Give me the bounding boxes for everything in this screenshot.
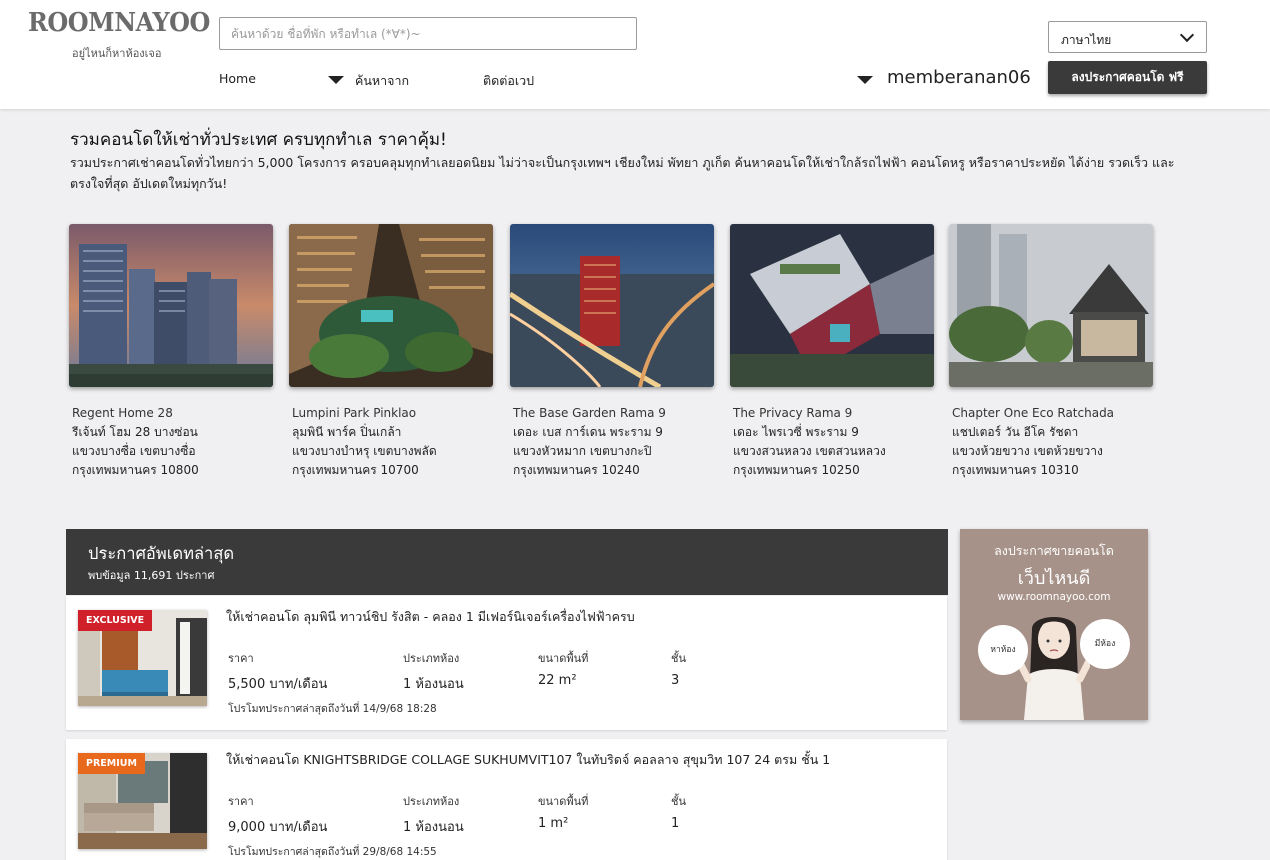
listing-promo-date: โปรโมทประกาศล่าสุดถึงวันที่ 29/8/68 14:5… [228,846,437,858]
project-city: กรุงเทพมหานคร 10700 [292,463,419,477]
listings-title: ประกาศอัพเดทล่าสุด [88,544,235,563]
floor-label: ชั้น [671,652,686,665]
language-selected: ภาษาไทย [1061,33,1112,47]
chevron-down-icon [1179,27,1195,43]
user-menu-caret-icon[interactable] [857,76,873,84]
listings-header: ประกาศอัพเดทล่าสุด พบข้อมูล 11,691 ประกา… [66,529,948,595]
listing-price: 9,000 บาท/เดือน [228,820,328,835]
price-label: ราคา [228,652,254,665]
project-photo [289,224,493,387]
nav-search-from[interactable]: ค้นหาจาก [355,71,409,91]
nav-contact[interactable]: ติดต่อเวป [483,71,534,91]
area-label: ขนาดพื้นที่ [538,652,589,665]
project-name-en: The Base Garden Rama 9 [513,406,666,420]
project-name-en: Chapter One Eco Ratchada [952,406,1115,420]
project-district: แขวงหัวหมาก เขตบางกะปิ [513,444,652,458]
language-select[interactable]: ภาษาไทย [1048,21,1207,53]
project-photo [510,224,714,387]
project-name-en: Regent Home 28 [72,406,173,420]
project-city: กรุงเทพมหานคร 10310 [952,463,1079,477]
intro-description: รวมประกาศเช่าคอนโดทั่วไทยกว่า 5,000 โครง… [70,155,1175,191]
site-logo[interactable]: ROOMNAYOO [28,8,210,38]
project-card[interactable]: The Privacy Rama 9 เดอะ ไพรเวซี่ พระราม … [730,224,934,480]
project-district: แขวงบางซื่อ เขตบางซื่อ [72,444,196,458]
project-district: แขวงห้วยขวาง เขตห้วยขวาง [952,444,1103,458]
project-district: แขวงบางบำหรุ เขตบางพลัด [292,444,437,458]
project-photo [69,224,273,387]
intro-title: รวมคอนโดให้เช่าทั่วประเทศ ครบทุกทำเล ราค… [70,130,447,150]
listing-area: 22 m² [538,673,577,688]
area-label: ขนาดพื้นที่ [538,795,589,808]
listing-promo-date: โปรโมทประกาศล่าสุดถึงวันที่ 14/9/68 18:2… [228,703,437,715]
post-free-button[interactable]: ลงประกาศคอนโด ฟรี [1048,61,1207,94]
price-label: ราคา [228,795,254,808]
listing-floor: 1 [671,816,680,831]
ad-url: www.roomnayoo.com [997,591,1111,603]
site-header: ROOMNAYOO อยู่ไหนก็หาห้องเจอ Home ค้นหาจ… [0,0,1270,109]
project-district: แขวงสวนหลวง เขตสวนหลวง [733,444,886,458]
nav-home[interactable]: Home [219,71,256,86]
project-name-th: ลุมพินี พาร์ค ปิ่นเกล้า [292,425,402,439]
listing-card[interactable]: EXCLUSIVE ให้เช่าคอนโด ลุมพินี ทาวน์ชิป … [66,596,947,730]
listing-floor: 3 [671,673,680,688]
project-card[interactable]: Regent Home 28 รีเจ้นท์ โฮม 28 บางซ่อน แ… [69,224,273,480]
project-name-en: Lumpini Park Pinklao [292,406,417,420]
listings-count: พบข้อมูล 11,691 ประกาศ [88,569,215,582]
project-city: กรุงเทพมหานคร 10800 [72,463,199,477]
listing-area: 1 m² [538,816,569,831]
listing-room-type: 1 ห้องนอน [403,820,464,835]
room-type-label: ประเภทห้อง [403,652,460,665]
room-type-label: ประเภทห้อง [403,795,460,808]
listing-title[interactable]: ให้เช่าคอนโด KNIGHTSBRIDGE COLLAGE SUKHU… [226,750,830,770]
project-name-th: แชปเตอร์ วัน อีโค รัชดา [952,425,1079,439]
project-name-th: เดอะ เบส การ์เดน พระราม 9 [513,425,663,439]
ad-line2: เว็บไหนดี [1017,568,1091,589]
listing-badge: PREMIUM [78,753,145,774]
ad-bubble-right: มีห้อง [1080,619,1130,669]
ad-illustration [1018,617,1090,720]
site-tagline: อยู่ไหนก็หาห้องเจอ [72,47,162,60]
project-name-en: The Privacy Rama 9 [733,406,853,420]
caret-down-icon[interactable] [328,76,344,84]
listing-price: 5,500 บาท/เดือน [228,677,328,692]
project-photo [949,224,1153,387]
project-card[interactable]: The Base Garden Rama 9 เดอะ เบส การ์เดน … [510,224,714,480]
ad-line1: ลงประกาศขายคอนโด [994,543,1114,558]
sidebar-ad-banner[interactable]: ลงประกาศขายคอนโด เว็บไหนดี www.roomnayoo… [960,529,1148,720]
listing-room-type: 1 ห้องนอน [403,677,464,692]
listing-title[interactable]: ให้เช่าคอนโด ลุมพินี ทาวน์ชิป รังสิต - ค… [226,607,635,627]
project-city: กรุงเทพมหานคร 10240 [513,463,640,477]
project-photo [730,224,934,387]
project-city: กรุงเทพมหานคร 10250 [733,463,860,477]
project-card[interactable]: Chapter One Eco Ratchada แชปเตอร์ วัน อี… [949,224,1153,480]
search-input[interactable] [219,17,637,50]
project-name-th: เดอะ ไพรเวซี่ พระราม 9 [733,425,859,439]
project-name-th: รีเจ้นท์ โฮม 28 บางซ่อน [72,425,198,439]
listing-badge: EXCLUSIVE [78,610,153,631]
listing-card[interactable]: PREMIUM ให้เช่าคอนโด KNIGHTSBRIDGE COLLA… [66,739,947,860]
project-card[interactable]: Lumpini Park Pinklao ลุมพินี พาร์ค ปิ่นเ… [289,224,493,480]
floor-label: ชั้น [671,795,686,808]
username[interactable]: memberanan06 [887,67,1031,88]
ad-bubble-left: หาห้อง [978,625,1028,675]
